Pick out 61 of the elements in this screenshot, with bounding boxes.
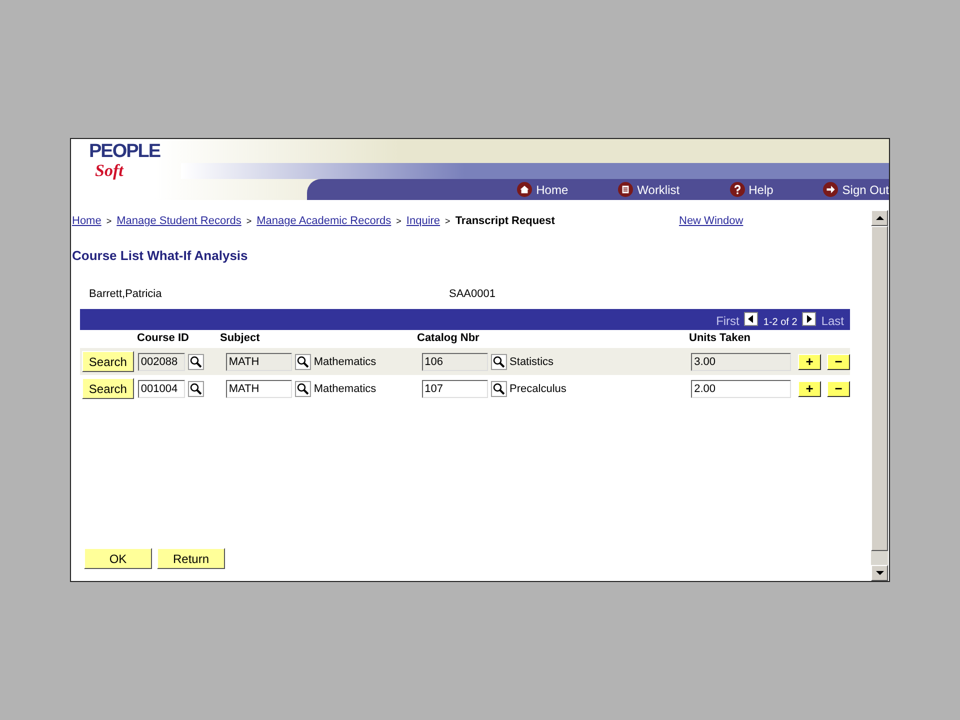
peoplesoft-logo: PEOPLE Soft [89, 142, 160, 179]
search-button[interactable]: Search [82, 378, 134, 399]
action-button[interactable]: OK [84, 548, 152, 569]
nav-link[interactable]: Worklist [618, 179, 680, 200]
breadcrumb-link[interactable]: Manage Student Records [116, 215, 242, 227]
catalog-description: Statistics [510, 356, 555, 368]
course-id-field[interactable]: 002088 [138, 352, 185, 370]
breadcrumb-separator: > [396, 216, 402, 226]
search-icon[interactable] [490, 380, 507, 396]
search-icon[interactable] [490, 354, 507, 370]
student-id: SAA0001 [449, 288, 496, 300]
nav-link[interactable]: Sign Out [823, 179, 889, 200]
nav-link[interactable]: Help [730, 179, 774, 200]
breadcrumb-separator: > [246, 216, 252, 226]
nav-link[interactable]: Home [517, 179, 568, 200]
add-row-button[interactable]: + [798, 354, 822, 370]
delete-row-button[interactable]: − [827, 380, 850, 396]
subject-field[interactable]: MATH [226, 380, 292, 398]
catalog-field[interactable]: 107 [422, 380, 488, 398]
course-id-field[interactable]: 001004 [138, 380, 185, 398]
breadcrumb-current: Transcript Request [455, 215, 555, 227]
next-icon[interactable] [802, 312, 816, 326]
house-icon [517, 182, 532, 197]
list-icon [618, 182, 634, 197]
new-window-link[interactable]: New Window [679, 215, 744, 227]
column-header: Subject [220, 332, 261, 346]
search-button[interactable]: Search [82, 351, 134, 372]
breadcrumb-link[interactable]: Manage Academic Records [256, 215, 392, 227]
help-icon [730, 182, 745, 197]
search-icon[interactable] [188, 354, 204, 370]
breadcrumb-link[interactable]: Inquire [406, 215, 440, 227]
row-range: 1-2 of 2 [763, 317, 798, 328]
units-field[interactable]: 3.00 [691, 352, 792, 370]
search-icon[interactable] [294, 354, 311, 370]
first-link[interactable]: First [716, 314, 740, 328]
breadcrumb-separator: > [445, 216, 450, 226]
column-header: Catalog Nbr [417, 332, 480, 346]
last-link[interactable]: Last [821, 314, 844, 328]
column-header: Course ID [137, 332, 190, 346]
previous-icon[interactable] [744, 312, 758, 326]
action-button[interactable]: Return [157, 548, 225, 569]
catalog-description: Precalculus [510, 382, 568, 394]
delete-row-button[interactable]: − [827, 354, 850, 370]
subject-field[interactable]: MATH [226, 352, 292, 370]
search-icon[interactable] [294, 380, 311, 396]
vertical-scrollbar[interactable] [871, 210, 888, 581]
grid-row[interactable]: Search 001004 MATH Mathematics 107 Precalculus 2.00 + − [80, 375, 850, 402]
catalog-field[interactable]: 106 [422, 352, 488, 370]
subject-description: Mathematics [314, 382, 378, 394]
column-header: Units Taken [689, 332, 751, 346]
page-title: Course List What-If Analysis [72, 248, 249, 263]
scroll-down-icon[interactable] [876, 571, 884, 575]
add-row-button[interactable]: + [798, 380, 822, 396]
grid-row[interactable]: Search 002088 MATH Mathematics 106 Statistics 3.00 + − [80, 348, 850, 375]
search-icon[interactable] [188, 380, 204, 396]
breadcrumb-link[interactable]: Home [72, 215, 102, 227]
breadcrumb-separator: > [106, 216, 112, 226]
scroll-up-icon[interactable] [876, 216, 884, 220]
student-name: Barrett,Patricia [89, 288, 163, 300]
subject-description: Mathematics [314, 356, 378, 368]
units-field[interactable]: 2.00 [691, 380, 792, 398]
